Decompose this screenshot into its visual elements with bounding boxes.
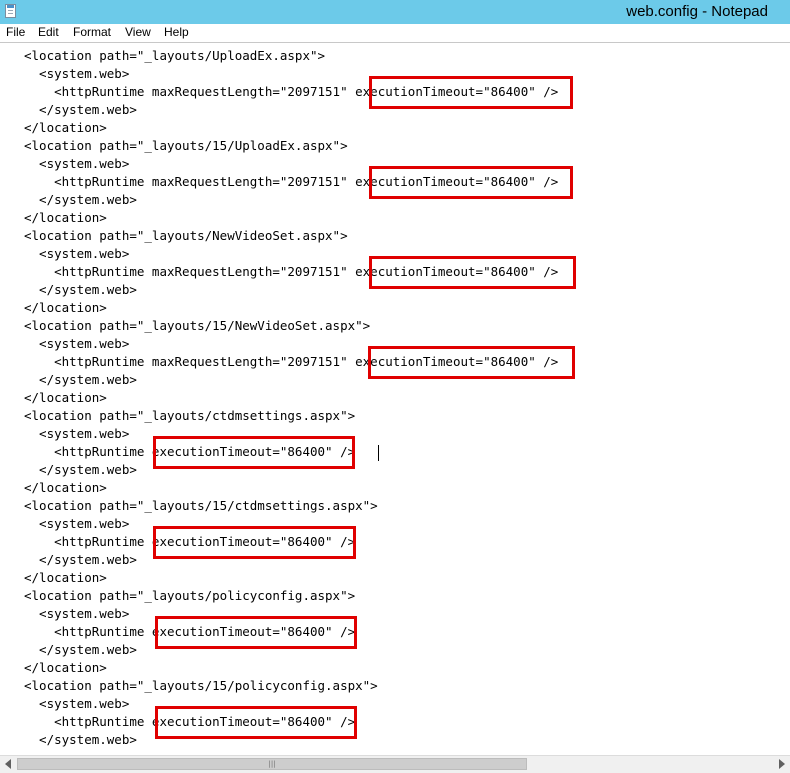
editor-line: <location path="_layouts/15/policyconfig… <box>24 678 378 693</box>
editor-line: </location> <box>24 480 107 495</box>
editor-line: <system.web> <box>24 246 130 261</box>
editor-line: </system.web> <box>24 462 137 477</box>
scroll-right-icon[interactable] <box>779 759 785 769</box>
menu-file[interactable]: File <box>6 25 25 39</box>
window-title: web.config - Notepad <box>626 3 768 20</box>
editor-line: <httpRuntime maxRequestLength="2097151" … <box>24 264 559 279</box>
menu-help[interactable]: Help <box>164 25 189 39</box>
menu-view[interactable]: View <box>125 25 151 39</box>
editor-line: <location path="_layouts/15/NewVideoSet.… <box>24 318 371 333</box>
editor-line: <httpRuntime maxRequestLength="2097151" … <box>24 174 559 189</box>
editor-line: </system.web> <box>24 282 137 297</box>
editor-line: <httpRuntime executionTimeout="86400" /> <box>24 624 356 639</box>
editor-line: <httpRuntime maxRequestLength="2097151" … <box>24 354 559 369</box>
text-caret <box>378 445 379 461</box>
editor-line: <system.web> <box>24 66 130 81</box>
editor-line: <httpRuntime executionTimeout="86400" /> <box>24 534 356 549</box>
scroll-grip-icon: ||| <box>268 760 276 768</box>
title-bar[interactable]: web.config - Notepad <box>0 0 790 24</box>
editor-line: </location> <box>24 210 107 225</box>
editor-line: <system.web> <box>24 606 130 621</box>
editor-line: </system.web> <box>24 192 137 207</box>
editor-line: <location path="_layouts/policyconfig.as… <box>24 588 356 603</box>
menu-edit[interactable]: Edit <box>38 25 59 39</box>
editor-line: <httpRuntime executionTimeout="86400" /> <box>24 444 356 459</box>
editor-line: </location> <box>24 570 107 585</box>
editor-line: <location path="_layouts/15/UploadEx.asp… <box>24 138 348 153</box>
menu-bar: File Edit Format View Help <box>0 24 790 42</box>
editor-line: <location path="_layouts/UploadEx.aspx"> <box>24 48 326 63</box>
scroll-left-icon[interactable] <box>5 759 11 769</box>
editor-line: <system.web> <box>24 696 130 711</box>
editor-line: <location path="_layouts/NewVideoSet.asp… <box>24 228 348 243</box>
menu-format[interactable]: Format <box>73 25 111 39</box>
editor-line: </system.web> <box>24 102 137 117</box>
editor-line: <system.web> <box>24 516 130 531</box>
notepad-icon[interactable] <box>5 4 16 18</box>
editor-line: <httpRuntime executionTimeout="86400" /> <box>24 714 356 729</box>
editor-line: </location> <box>24 300 107 315</box>
text-editor[interactable]: <location path="_layouts/UploadEx.aspx">… <box>0 42 790 755</box>
editor-line: <location path="_layouts/15/ctdmsettings… <box>24 498 378 513</box>
editor-line: <httpRuntime maxRequestLength="2097151" … <box>24 84 559 99</box>
editor-line: <system.web> <box>24 426 130 441</box>
horizontal-scrollbar[interactable]: ||| <box>0 755 790 773</box>
editor-line: </system.web> <box>24 372 137 387</box>
editor-line: </location> <box>24 660 107 675</box>
editor-line: </system.web> <box>24 552 137 567</box>
editor-line: <system.web> <box>24 336 130 351</box>
editor-line: </system.web> <box>24 732 137 747</box>
editor-line: </location> <box>24 390 107 405</box>
editor-line: <location path="_layouts/ctdmsettings.as… <box>24 408 356 423</box>
editor-line: <system.web> <box>24 156 130 171</box>
editor-line: </location> <box>24 120 107 135</box>
editor-line: </system.web> <box>24 642 137 657</box>
scrollbar-thumb[interactable]: ||| <box>17 758 527 770</box>
